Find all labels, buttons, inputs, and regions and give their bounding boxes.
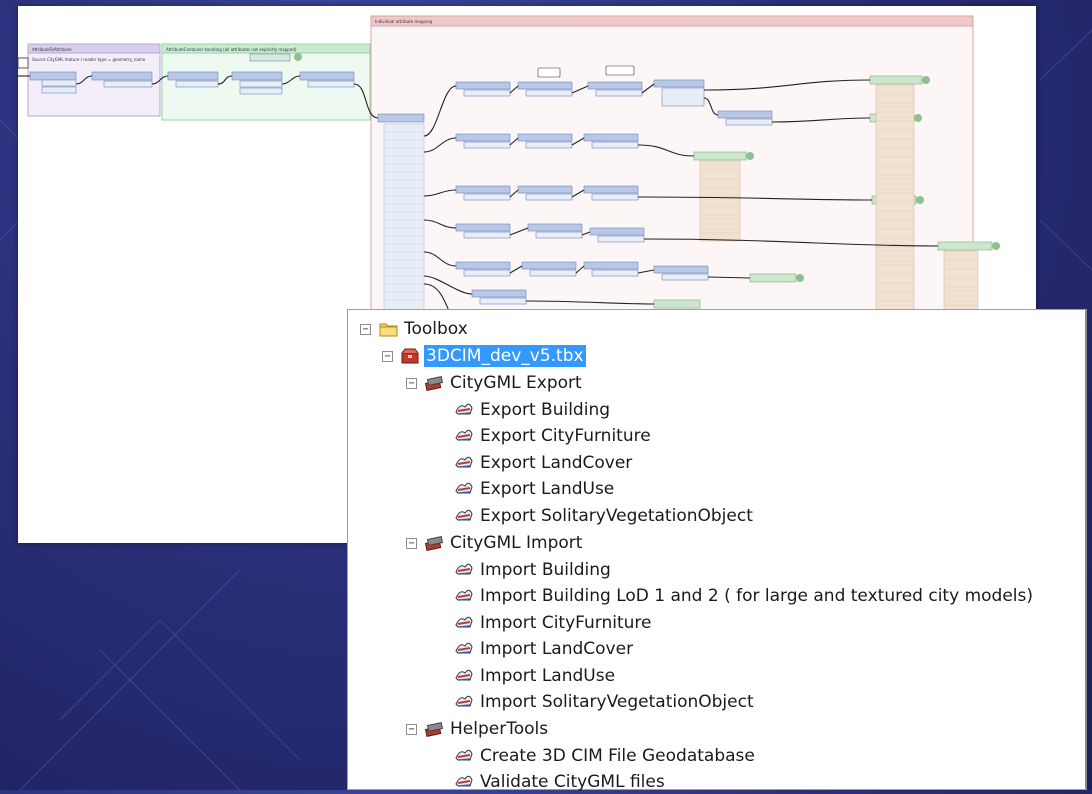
script-tool-icon	[454, 401, 474, 419]
tool-label: Import Building LoD 1 and 2 ( for large …	[480, 586, 1033, 606]
collapse-toggle[interactable]: −	[406, 377, 417, 389]
svg-text:AttributeContainer handling (a: AttributeContainer handling (all attribu…	[166, 47, 297, 52]
tool-label: Export LandUse	[480, 479, 615, 499]
tool-label: Import CityFurniture	[480, 613, 652, 633]
folder-icon	[378, 320, 398, 338]
script-tool-icon	[454, 561, 474, 579]
script-tool-icon	[454, 614, 474, 632]
tree-tool-import-landuse[interactable]: Import LandUse	[454, 664, 617, 688]
tool-label: Export Building	[480, 400, 611, 420]
tree-tool-export-landcover[interactable]: Export LandCover	[454, 451, 634, 475]
toolbox-file-label: 3DCIM_dev_v5.tbx	[424, 345, 586, 367]
tree-group-helpertools[interactable]: − HelperTools	[406, 717, 550, 741]
toolset-icon	[424, 534, 444, 552]
collapse-toggle[interactable]: −	[406, 537, 417, 549]
collapse-toggle[interactable]: −	[382, 350, 393, 362]
tree-tool-import-landcover[interactable]: Import LandCover	[454, 637, 635, 661]
script-tool-icon	[454, 667, 474, 685]
svg-text:Individual attribute mapping: Individual attribute mapping	[375, 19, 433, 24]
group-label: HelperTools	[450, 719, 549, 739]
script-tool-icon	[454, 693, 474, 711]
group-label: CityGML Import	[450, 533, 583, 553]
tree-tool-validate-citygml-files[interactable]: Validate CityGML files	[454, 770, 667, 794]
tree-tool-import-building-lod[interactable]: Import Building LoD 1 and 2 ( for large …	[454, 584, 1035, 608]
svg-text:Source CityGML feature / reade: Source CityGML feature / reader type = g…	[32, 57, 146, 62]
tree-item-toolbox-file[interactable]: − 3DCIM_dev_v5.tbx	[382, 344, 586, 368]
script-tool-icon	[454, 454, 474, 472]
toolset-icon	[424, 374, 444, 392]
script-tool-icon	[454, 773, 474, 791]
toolset-icon	[424, 720, 444, 738]
tree-root-label: Toolbox	[404, 319, 468, 339]
tool-label: Export SolitaryVegetationObject	[480, 506, 753, 526]
tool-label: Create 3D CIM File Geodatabase	[480, 746, 755, 766]
script-tool-icon	[454, 640, 474, 658]
script-tool-icon	[454, 427, 474, 445]
tree-group-citygml-export[interactable]: − CityGML Export	[406, 371, 584, 395]
tree-tool-export-building[interactable]: Export Building	[454, 398, 612, 422]
script-tool-icon	[454, 587, 474, 605]
tree-tool-import-building[interactable]: Import Building	[454, 558, 613, 582]
tree-tool-export-landuse[interactable]: Export LandUse	[454, 477, 616, 501]
tool-label: Import LandUse	[480, 666, 616, 686]
tree-tool-export-cityfurniture[interactable]: Export CityFurniture	[454, 424, 653, 448]
script-tool-icon	[454, 747, 474, 765]
tree-tool-import-cityfurniture[interactable]: Import CityFurniture	[454, 611, 653, 635]
tree-tool-export-solitaryvegetationobject[interactable]: Export SolitaryVegetationObject	[454, 504, 755, 528]
collapse-toggle[interactable]: −	[406, 723, 417, 735]
toolbox-file-icon	[400, 347, 420, 365]
tree-group-citygml-import[interactable]: − CityGML Import	[406, 531, 584, 555]
tool-label: Import LandCover	[480, 639, 634, 659]
toolbox-window: − Toolbox − 3DCIM_dev_v5.tbx − CityGML E…	[347, 309, 1087, 792]
tool-label: Import SolitaryVegetationObject	[480, 692, 754, 712]
script-tool-icon	[454, 507, 474, 525]
tree-tool-import-solitaryvegetationobject[interactable]: Import SolitaryVegetationObject	[454, 690, 756, 714]
tree-tool-create-3d-cim-file-geodatabase[interactable]: Create 3D CIM File Geodatabase	[454, 744, 757, 768]
tool-label: Import Building	[480, 560, 611, 580]
collapse-toggle[interactable]: −	[360, 323, 371, 335]
tool-label: Export LandCover	[480, 453, 633, 473]
svg-text:AttributeToAttribute: AttributeToAttribute	[32, 47, 72, 52]
tree-root-toolbox[interactable]: − Toolbox	[360, 317, 470, 341]
tool-label: Export CityFurniture	[480, 426, 651, 446]
group-label: CityGML Export	[450, 373, 582, 393]
script-tool-icon	[454, 480, 474, 498]
